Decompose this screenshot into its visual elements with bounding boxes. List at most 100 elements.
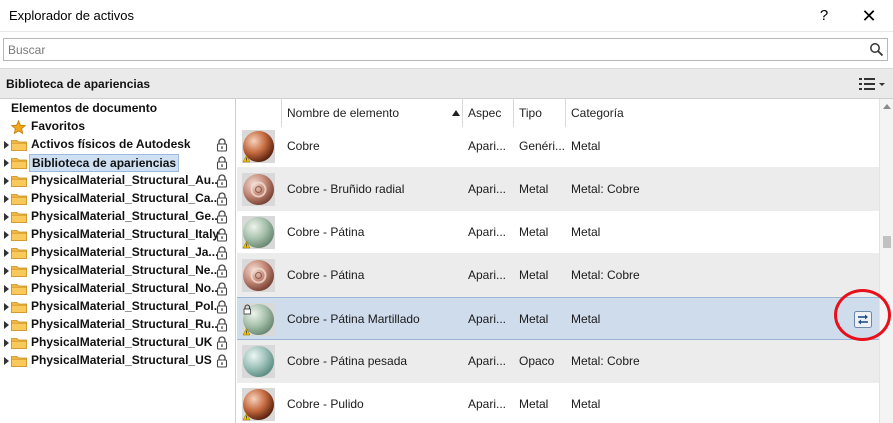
close-button[interactable]: ✕ — [854, 4, 884, 28]
cell-name: Cobre - Bruñido radial — [287, 182, 405, 196]
view-options-button[interactable] — [857, 75, 887, 93]
expand-arrow-icon[interactable] — [4, 177, 9, 185]
expand-arrow-icon[interactable] — [4, 339, 9, 347]
cell-type: Opaco — [519, 354, 555, 368]
cell-category: Metal: Cobre — [571, 182, 640, 196]
cell-aspect: Apari... — [468, 182, 507, 196]
vertical-scrollbar[interactable] — [879, 99, 893, 423]
folder-icon — [11, 212, 27, 223]
cell-type: Metal — [519, 397, 549, 411]
expand-arrow-icon[interactable] — [4, 195, 9, 203]
window-title: Explorador de activos — [9, 8, 135, 23]
tree-item[interactable]: PhysicalMaterial_Structural_US — [0, 352, 235, 370]
table-row[interactable]: Cobre Apari... Genéri... Metal — [237, 125, 879, 168]
lock-icon — [216, 336, 228, 350]
material-swatch-icon — [242, 345, 275, 378]
tree-item[interactable]: PhysicalMaterial_Structural_Ja... — [0, 244, 235, 262]
tree-label: PhysicalMaterial_Structural_Pol... — [31, 299, 224, 313]
cell-aspect: Apari... — [468, 354, 507, 368]
search-icon[interactable] — [869, 42, 884, 57]
tree-item[interactable]: PhysicalMaterial_Structural_Pol... — [0, 298, 235, 316]
tree-label: PhysicalMaterial_Structural_Ru... — [31, 317, 222, 331]
tree-label: Elementos de documento — [11, 101, 158, 115]
replace-asset-button[interactable] — [854, 311, 872, 328]
tree-item[interactable]: PhysicalMaterial_Structural_UK — [0, 334, 235, 352]
lock-icon — [216, 228, 228, 242]
cell-category: Metal: Cobre — [571, 268, 640, 282]
expand-arrow-icon[interactable] — [4, 267, 9, 275]
cell-aspect: Apari... — [468, 397, 507, 411]
lock-icon — [216, 246, 228, 260]
library-tree: Elementos de documento Favoritos Activos… — [0, 99, 236, 423]
tree-label: Biblioteca de apariencias — [29, 154, 180, 172]
material-swatch-icon — [242, 303, 275, 336]
tree-label: PhysicalMaterial_Structural_US — [31, 353, 212, 367]
expand-arrow-icon[interactable] — [4, 231, 9, 239]
table-row[interactable]: Cobre - Bruñido radial Apari... Metal Metal… — [237, 168, 879, 211]
header-category[interactable]: Categoría — [566, 99, 879, 127]
cell-name: Cobre - Pulido — [287, 397, 364, 411]
cell-type: Genéri... — [519, 139, 566, 153]
scroll-thumb[interactable] — [883, 236, 891, 248]
folder-icon — [11, 302, 27, 313]
lock-icon — [216, 264, 228, 278]
expand-arrow-icon[interactable] — [4, 213, 9, 221]
folder-icon — [11, 284, 27, 295]
scroll-up-icon[interactable] — [883, 104, 891, 109]
cell-name: Cobre - Pátina — [287, 225, 365, 239]
cell-category: Metal — [571, 397, 601, 411]
cell-category: Metal — [571, 312, 601, 326]
header-type[interactable]: Tipo — [514, 99, 566, 127]
table-row[interactable]: Cobre - Pátina Martillado Apari... Metal Me… — [237, 297, 879, 340]
tree-item[interactable]: Activos físicos de Autodesk — [0, 136, 235, 154]
tree-label: Activos físicos de Autodesk — [31, 137, 191, 151]
tree-item[interactable]: PhysicalMaterial_Structural_Au... — [0, 172, 235, 190]
material-swatch-icon — [242, 216, 275, 249]
cell-name: Cobre - Pátina pesada — [287, 354, 408, 368]
tree-item[interactable]: PhysicalMaterial_Structural_Ge... — [0, 208, 235, 226]
lock-icon — [216, 192, 228, 206]
tree-item[interactable]: PhysicalMaterial_Structural_Ru... — [0, 316, 235, 334]
tree-item[interactable]: PhysicalMaterial_Structural_No... — [0, 280, 235, 298]
expand-arrow-icon[interactable] — [4, 285, 9, 293]
tree-item[interactable]: PhysicalMaterial_Structural_Ne... — [0, 262, 235, 280]
expand-arrow-icon[interactable] — [4, 141, 9, 149]
table-row[interactable]: Cobre - Pátina Apari... Metal Metal: Cobre — [237, 254, 879, 297]
chevron-down-icon — [879, 83, 885, 86]
help-button[interactable]: ? — [809, 4, 839, 28]
table-row[interactable]: Cobre - Pulido Apari... Metal Metal — [237, 383, 879, 423]
expand-arrow-icon[interactable] — [4, 303, 9, 311]
tree-favorites[interactable]: Favoritos — [0, 118, 235, 136]
tree-item[interactable]: PhysicalMaterial_Structural_Ca... — [0, 190, 235, 208]
lock-icon — [216, 300, 228, 314]
cell-name: Cobre - Pátina Martillado — [287, 312, 420, 326]
list-view-icon — [859, 78, 875, 90]
expand-arrow-icon[interactable] — [4, 357, 9, 365]
cell-category: Metal: Cobre — [571, 354, 640, 368]
material-swatch-icon — [242, 130, 275, 163]
tree-label: PhysicalMaterial_Structural_Ne... — [31, 263, 221, 277]
header-aspect[interactable]: Aspec — [463, 99, 514, 127]
expand-arrow-icon[interactable] — [4, 249, 9, 257]
title-bar: Explorador de activos ? ✕ — [0, 0, 893, 32]
tree-label: PhysicalMaterial_Structural_Ge... — [31, 209, 222, 223]
folder-icon — [11, 320, 27, 331]
header-name[interactable]: Nombre de elemento — [282, 99, 463, 127]
cell-aspect: Apari... — [468, 268, 507, 282]
folder-icon — [11, 194, 27, 205]
tree-document-elements[interactable]: Elementos de documento — [0, 100, 235, 118]
cell-name: Cobre — [287, 139, 320, 153]
tree-item[interactable]: Biblioteca de apariencias — [0, 154, 235, 172]
cell-type: Metal — [519, 312, 549, 326]
tree-item[interactable]: PhysicalMaterial_Structural_Italy — [0, 226, 235, 244]
lock-icon — [216, 354, 228, 368]
asset-grid: Nombre de elemento Aspec Tipo Categoría … — [237, 99, 879, 423]
expand-arrow-icon[interactable] — [4, 321, 9, 329]
header-swatch — [237, 99, 282, 127]
search-box — [3, 38, 888, 61]
expand-arrow-icon[interactable] — [4, 159, 9, 167]
table-row[interactable]: Cobre - Pátina pesada Apari... Opaco Metal:… — [237, 340, 879, 383]
material-swatch-icon — [242, 259, 275, 292]
table-row[interactable]: Cobre - Pátina Apari... Metal Metal — [237, 211, 879, 254]
search-input[interactable] — [4, 39, 864, 60]
